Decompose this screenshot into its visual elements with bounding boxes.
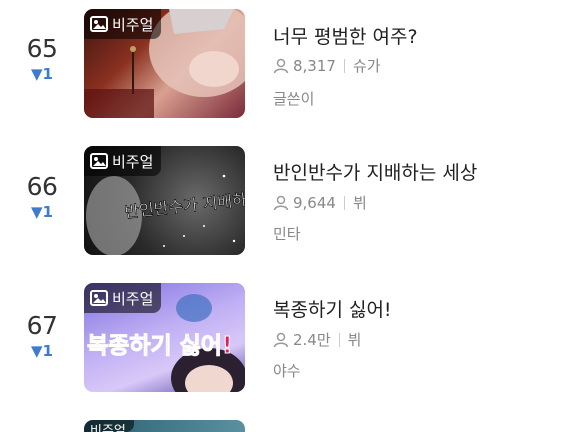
thumbnail[interactable]: 비주얼	[84, 9, 245, 118]
list-item[interactable]: 67 ▼1 복종하기 싫어! 비주얼 복종하기 싫어! 2.4만 뷔 야수	[0, 283, 576, 393]
view-count: 2.4만	[293, 331, 331, 349]
thumbnail[interactable]: 복종하기 싫어! 비주얼	[84, 283, 245, 392]
rank-number: 66	[26, 172, 58, 201]
genre: 슈가	[352, 57, 381, 75]
story-meta: 2.4만 뷔	[273, 329, 361, 350]
rank: 66 ▼1	[22, 172, 62, 221]
rank-change: ▼1	[31, 342, 53, 360]
rank: 65 ▼1	[22, 34, 62, 83]
image-icon	[90, 153, 108, 169]
divider	[343, 195, 345, 210]
list-item[interactable]: 66 ▼1 반인반수가 지배하는 세상 비주얼 반인반수가 지배하는 세상 9,…	[0, 146, 576, 256]
person-icon	[273, 332, 289, 348]
image-icon	[90, 16, 108, 32]
badge-label: 비주얼	[90, 424, 126, 432]
thumbnail[interactable]: 비주얼	[84, 420, 245, 432]
rank-number: 67	[26, 311, 58, 340]
visual-badge: 비주얼	[84, 283, 162, 313]
person-icon	[273, 58, 289, 74]
badge-label: 비주얼	[112, 15, 154, 34]
view-count: 8,317	[293, 56, 336, 75]
list-item[interactable]: 비주얼	[0, 420, 576, 432]
author[interactable]: 민타	[273, 223, 301, 244]
genre: 뷔	[352, 194, 367, 212]
story-title[interactable]: 복종하기 싫어!	[273, 295, 392, 322]
story-title[interactable]: 너무 평범한 여주?	[273, 22, 418, 49]
view-count: 9,644	[293, 193, 336, 212]
badge-label: 비주얼	[112, 152, 154, 171]
rank-change: ▼1	[31, 203, 53, 221]
person-icon	[273, 195, 289, 211]
rank: 67 ▼1	[22, 311, 62, 360]
author[interactable]: 글쓴이	[273, 88, 314, 109]
thumbnail[interactable]: 반인반수가 지배하는 세상 비주얼	[84, 146, 245, 255]
image-icon	[90, 290, 108, 306]
story-meta: 9,644 뷔	[273, 192, 367, 213]
visual-badge: 비주얼	[84, 146, 162, 176]
story-title[interactable]: 반인반수가 지배하는 세상	[273, 158, 477, 185]
visual-badge: 비주얼	[84, 420, 134, 432]
genre: 뷔	[347, 331, 362, 349]
rank-number: 65	[26, 34, 58, 63]
visual-badge: 비주얼	[84, 9, 162, 39]
rank-change: ▼1	[31, 65, 53, 83]
list-item[interactable]: 65 ▼1 비주얼 너무 평범한 여주? 8,317 슈가 글쓴이	[0, 8, 576, 118]
divider	[343, 58, 345, 73]
story-meta: 8,317 슈가	[273, 55, 381, 76]
badge-label: 비주얼	[112, 289, 154, 308]
divider	[338, 332, 340, 347]
thumbnail-caption: 반인반수가 지배하는 세상	[124, 185, 245, 222]
thumbnail-caption: 복종하기 싫어!	[87, 333, 232, 359]
author[interactable]: 야수	[273, 360, 301, 381]
